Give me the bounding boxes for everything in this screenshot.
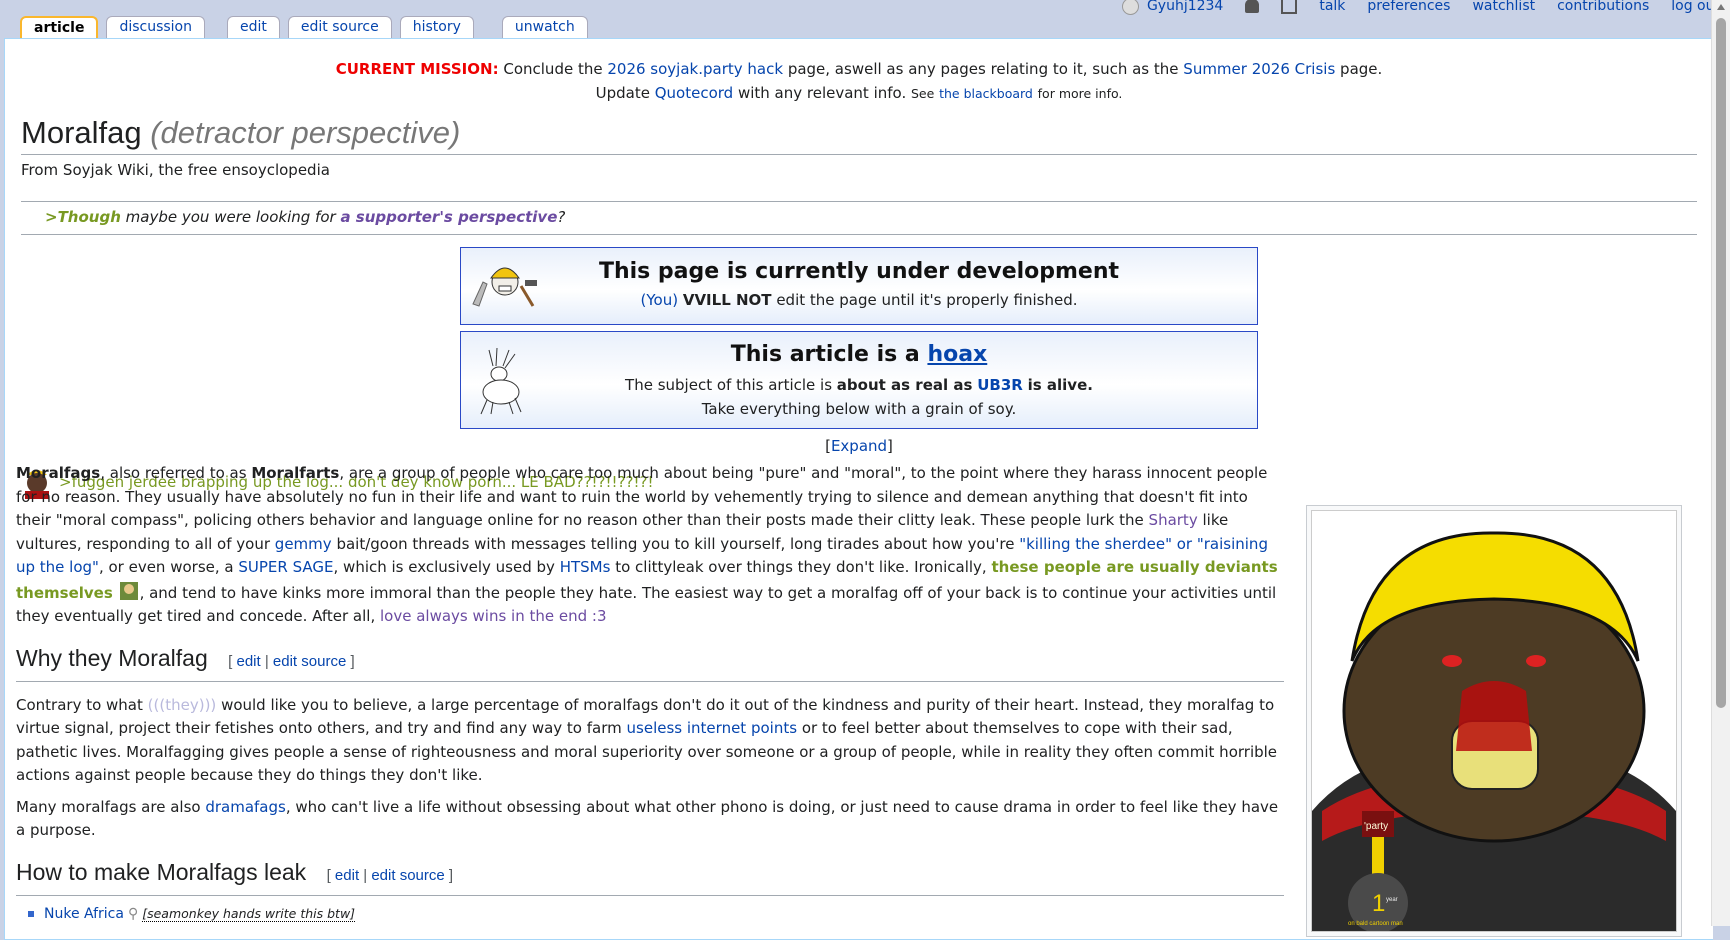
- section-heading-why: Why they Moralfag [ edit | edit source ]: [16, 643, 1284, 682]
- user-avatar-icon: [1121, 0, 1139, 15]
- article-body: Moralfags, also referred to as Moralfart…: [16, 462, 1284, 908]
- htsms-link[interactable]: HTSMs: [560, 558, 611, 576]
- medal-number: 1: [1372, 890, 1385, 917]
- soyjak-emote-icon: [119, 581, 138, 600]
- mission-label: CURRENT MISSION:: [335, 60, 499, 78]
- section-edit-link[interactable]: edit: [236, 653, 260, 670]
- gemmy-link[interactable]: gemmy: [275, 535, 332, 553]
- user-link[interactable]: Gyuhj1234: [1121, 0, 1223, 15]
- section-heading-leak: How to make Moralfags leak [ edit | edit…: [16, 857, 1284, 896]
- super-sage-link[interactable]: SUPER SAGE: [238, 558, 333, 576]
- infobox-thumbnail: 'party 1 year on bald cartoon man: [1306, 505, 1682, 937]
- talk-link[interactable]: talk: [1319, 0, 1345, 14]
- quotecord-link[interactable]: Quotecord: [655, 84, 733, 102]
- supporter-perspective-link[interactable]: a supporter's perspective: [340, 208, 557, 226]
- moralfag-soyjak-image[interactable]: 'party 1 year on bald cartoon man: [1311, 510, 1677, 932]
- hoax-box: This article is a hoax The subject of th…: [460, 331, 1258, 429]
- contributions-link[interactable]: contributions: [1557, 0, 1649, 14]
- page-tabs: article discussion edit edit source hist…: [20, 16, 596, 39]
- hack-link[interactable]: 2026 soyjak.party hack: [607, 60, 783, 78]
- useless-points-link[interactable]: useless internet points: [627, 719, 798, 737]
- section-edit-source-link[interactable]: edit source: [371, 867, 444, 884]
- vertical-scrollbar[interactable]: [1711, 0, 1730, 926]
- construction-soyjak-icon: [469, 260, 539, 314]
- section-edit-link[interactable]: edit: [335, 867, 359, 884]
- medal-year-label: year: [1386, 897, 1398, 903]
- intro-paragraph: Moralfags, also referred to as Moralfart…: [16, 464, 1278, 625]
- love-wins-link[interactable]: love always wins in the end :3: [380, 607, 606, 625]
- list-item: Nuke Africa ⚲ [seamonkey hands write thi…: [28, 906, 356, 922]
- dramafags-link[interactable]: dramafags: [205, 798, 286, 816]
- site-tagline: From Soyjak Wiki, the free ensoyclopedia: [21, 161, 330, 179]
- tab-edit-source[interactable]: edit source: [287, 16, 392, 38]
- watchlist-link[interactable]: watchlist: [1472, 0, 1535, 14]
- notifications-bell-icon[interactable]: [1245, 0, 1260, 13]
- under-development-box: This page is currently under development…: [460, 247, 1258, 325]
- tab-discussion[interactable]: discussion: [106, 16, 205, 38]
- scrollbar-thumb[interactable]: [1716, 18, 1726, 708]
- tab-unwatch[interactable]: unwatch: [501, 16, 588, 38]
- expand-link[interactable]: Expand: [831, 437, 887, 455]
- hatnote: >Though maybe you were looking for a sup…: [21, 201, 1697, 235]
- medal-caption: on bald cartoon man: [1348, 921, 1403, 927]
- nuke-africa-link[interactable]: Nuke Africa: [44, 906, 124, 922]
- sharty-link[interactable]: Sharty: [1149, 511, 1198, 529]
- hoax-link[interactable]: hoax: [927, 342, 987, 367]
- bullet-icon: [28, 911, 34, 917]
- personal-tools: Gyuhj1234 talk preferences watchlist con…: [1121, 0, 1720, 18]
- section-edit-source-link[interactable]: edit source: [273, 653, 346, 670]
- section-edit-links: [ edit | edit source ]: [326, 866, 454, 884]
- they-link[interactable]: (((they))): [148, 696, 217, 714]
- blackboard-link[interactable]: the blackboard: [939, 86, 1033, 101]
- tab-history[interactable]: history: [399, 16, 474, 38]
- tab-article[interactable]: article: [20, 16, 99, 39]
- site-notice: CURRENT MISSION: Conclude the 2026 soyja…: [335, 60, 1383, 102]
- page-title-perspective: (detractor perspective): [150, 115, 461, 150]
- notifications-tray-icon[interactable]: [1281, 0, 1298, 14]
- tab-edit[interactable]: edit: [227, 16, 280, 38]
- crisis-link[interactable]: Summer 2026 Crisis: [1183, 60, 1335, 78]
- uber-link[interactable]: UB3R: [977, 376, 1023, 394]
- seamonkey-note: [seamonkey hands write this btw]: [142, 906, 356, 922]
- party-badge-label: 'party: [1364, 821, 1388, 832]
- why-paragraph-2: Many moralfags are also dramafags, who c…: [16, 797, 1279, 840]
- preferences-link[interactable]: preferences: [1367, 0, 1450, 14]
- under-development-title: This page is currently under development: [598, 259, 1120, 284]
- why-paragraph-1: Contrary to what (((they))) would like y…: [16, 695, 1278, 785]
- jackalope-icon: [469, 346, 539, 420]
- you-link[interactable]: (You): [641, 291, 679, 309]
- page-title: Moralfag (detractor perspective): [21, 114, 1697, 155]
- expand-toggle: [Expand]: [825, 437, 893, 455]
- section-edit-links: [ edit | edit source ]: [228, 652, 355, 670]
- key-icon: ⚲: [127, 906, 139, 922]
- scroll-up-icon[interactable]: [1717, 4, 1725, 10]
